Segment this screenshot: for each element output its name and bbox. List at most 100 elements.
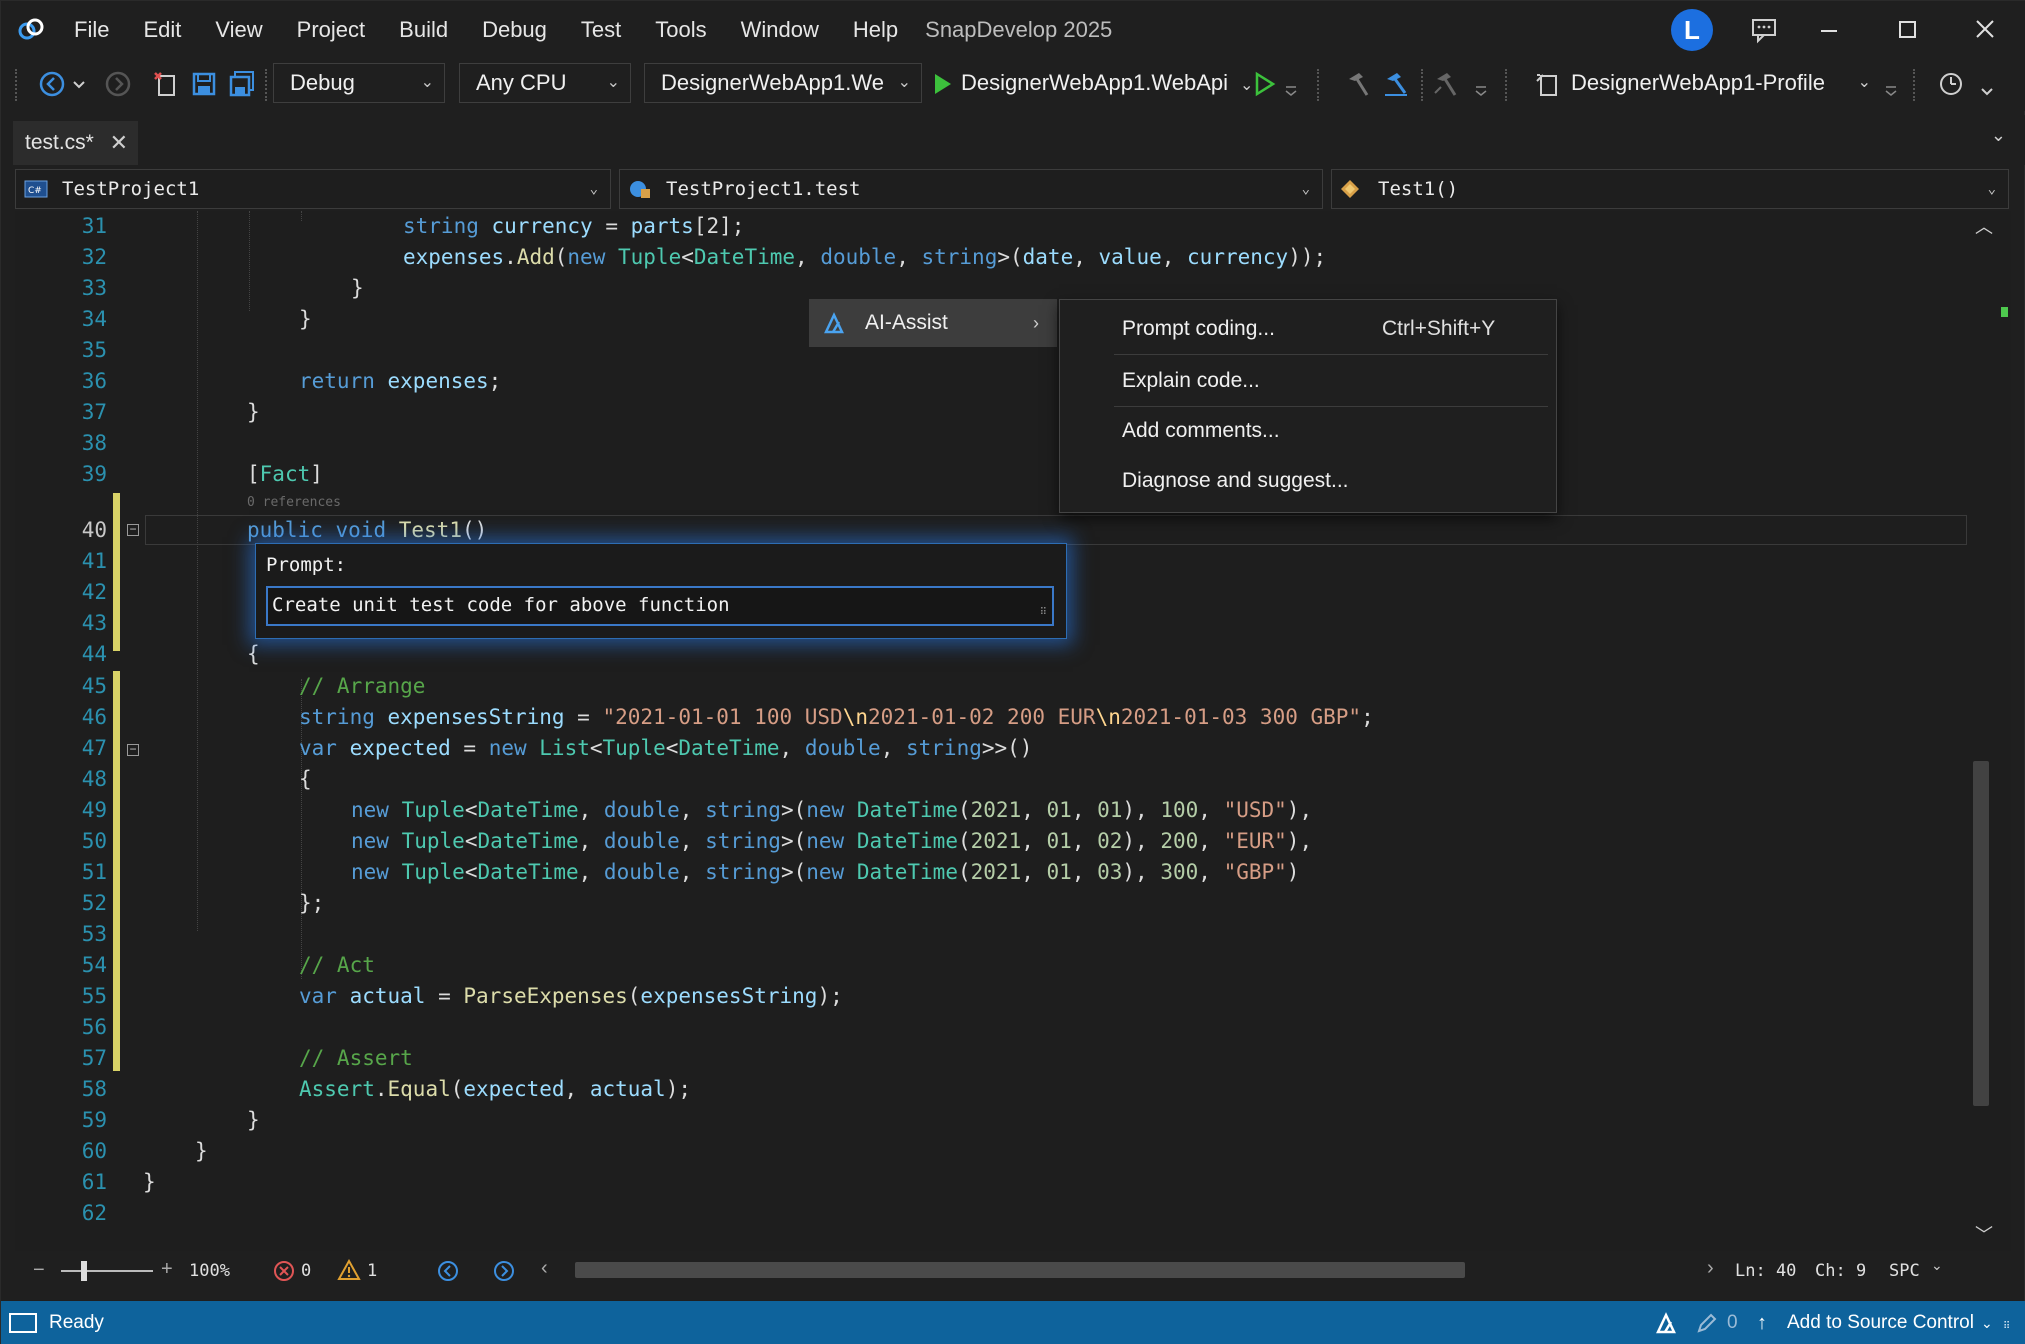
menu-edit[interactable]: Edit [126,1,198,59]
code-line[interactable]: { [247,639,260,670]
code-line[interactable]: Assert.Equal(expected, actual); [299,1074,691,1105]
code-line[interactable]: // Act [299,950,375,981]
member-select[interactable]: Test1() ⌄ [1331,169,2009,209]
ai-assist-menu-item[interactable]: AI-Assist › [809,299,1057,347]
menu-window[interactable]: Window [724,1,836,59]
performance-icon[interactable] [1935,67,1969,101]
code-line[interactable]: return expenses; [299,366,501,397]
code-line[interactable]: expenses.Add(new Tuple<DateTime, double,… [403,242,1326,273]
menu-view[interactable]: View [198,1,279,59]
previous-issue-icon[interactable] [437,1260,459,1282]
forward-icon[interactable] [101,67,135,101]
start-without-debugging-icon[interactable] [1247,67,1281,101]
platform-select[interactable]: Any CPU ⌄ [459,63,631,103]
code-line[interactable]: new Tuple<DateTime, double, string>(new … [351,795,1312,826]
line-indicator[interactable]: Ln: 40 [1735,1261,1796,1281]
menu-project[interactable]: Project [280,1,382,59]
code-editor[interactable]: − − 31 32 33 34 35 36 37 38 39 40 41 42 … [15,211,2011,1251]
codelens-references[interactable]: 0 references [247,495,341,510]
horizontal-scrollbar-thumb[interactable] [575,1262,1465,1278]
zoom-level[interactable]: 100% [189,1261,230,1281]
run-target-button[interactable]: DesignerWebApp1.WebApi ⌄ [961,63,1253,103]
code-line[interactable]: } [143,1167,156,1198]
collapse-region-icon[interactable]: − [127,743,139,756]
menu-item-diagnose-suggest[interactable]: Diagnose and suggest... [1060,456,1556,506]
code-line[interactable]: new Tuple<DateTime, double, string>(new … [351,826,1312,857]
profile-dropdown-icon[interactable] [1881,67,1901,101]
menu-item-explain-code[interactable]: Explain code... [1060,356,1556,406]
back-dropdown-icon[interactable] [69,67,89,101]
code-line[interactable]: // Arrange [299,671,425,702]
project-select[interactable]: C# TestProject1 ⌄ [15,169,611,209]
error-icon[interactable] [273,1260,295,1282]
code-line[interactable]: new Tuple<DateTime, double, string>(new … [351,857,1299,888]
toolbar-overflow-icon[interactable] [1977,67,1997,101]
configuration-select[interactable]: Debug ⌄ [273,63,445,103]
code-line[interactable]: string currency = parts[2]; [403,211,744,242]
close-tab-icon[interactable]: ✕ [110,123,128,163]
menu-item-add-comments[interactable]: Add comments... [1060,406,1556,456]
code-line[interactable]: var actual = ParseExpenses(expensesStrin… [299,981,843,1012]
scroll-right-icon[interactable]: › [1707,1257,1714,1280]
ai-assist-status-icon[interactable] [1655,1311,1681,1335]
next-issue-icon[interactable] [493,1260,515,1282]
error-count[interactable]: 0 [301,1261,311,1281]
close-icon[interactable] [1965,11,2005,49]
scroll-up-icon[interactable]: ︿ [1975,213,1993,239]
prompt-input[interactable]: Create unit test code for above function [266,586,1054,626]
clean-icon[interactable] [1429,67,1463,101]
add-to-source-control[interactable]: Add to Source Control [1787,1301,1974,1344]
scroll-down-icon[interactable]: ﹀ [1975,1221,1993,1247]
vertical-scrollbar-thumb[interactable] [1973,761,1989,1106]
zoom-out-icon[interactable]: − [33,1259,45,1282]
run-dropdown-icon[interactable] [1281,67,1301,101]
scroll-left-icon[interactable]: ‹ [541,1257,548,1280]
menu-tools[interactable]: Tools [638,1,723,59]
save-icon[interactable] [187,67,221,101]
code-line[interactable]: // Assert [299,1043,413,1074]
back-icon[interactable] [35,67,69,101]
code-line[interactable]: [Fact] [247,459,323,490]
whitespace-mode[interactable]: SPC [1889,1261,1920,1281]
code-line[interactable]: { [299,764,312,795]
build-dropdown-icon[interactable] [1471,67,1491,101]
column-indicator[interactable]: Ch: 9 [1815,1261,1866,1281]
zoom-slider-thumb[interactable] [81,1261,87,1281]
pending-changes-count[interactable]: 0 [1727,1301,1738,1344]
chevron-down-icon[interactable]: ⌄ [1931,1257,1943,1274]
type-select[interactable]: TestProject1.test ⌄ [619,169,1323,209]
tab-test-cs[interactable]: test.cs* ✕ [13,121,138,165]
minimize-icon[interactable] [1809,11,1849,49]
user-avatar[interactable]: L [1671,9,1713,51]
code-line[interactable]: string expensesString = "2021-01-01 100 … [299,702,1374,733]
maximize-icon[interactable] [1887,11,1927,49]
menu-help[interactable]: Help [836,1,915,59]
new-item-icon[interactable] [149,67,183,101]
build-icon[interactable] [1341,67,1375,101]
code-line[interactable]: public void Test1() [247,515,487,546]
collapse-region-icon[interactable]: − [127,523,139,536]
code-line[interactable]: } [299,304,312,335]
code-line[interactable]: var expected = new List<Tuple<DateTime, … [299,733,1032,764]
chevron-down-icon[interactable]: ⌄ [1981,1301,1993,1344]
menu-build[interactable]: Build [382,1,465,59]
warning-icon[interactable] [337,1259,361,1281]
save-all-icon[interactable] [225,67,259,101]
startup-project-select[interactable]: DesignerWebApp1.We ⌄ [644,63,922,103]
zoom-slider[interactable] [61,1270,153,1272]
menu-item-prompt-coding[interactable]: Prompt coding... Ctrl+Shift+Y [1060,304,1556,354]
resize-grip-icon[interactable]: ⠿ [2003,1305,2010,1344]
zoom-in-icon[interactable]: + [161,1258,173,1281]
warning-count[interactable]: 1 [367,1261,377,1281]
menu-file[interactable]: File [57,1,126,59]
code-line[interactable]: } [351,273,364,304]
profile-icon[interactable] [1531,67,1565,101]
code-line[interactable]: } [247,397,260,428]
menu-test[interactable]: Test [564,1,638,59]
code-line[interactable]: } [247,1105,260,1136]
feedback-icon[interactable] [1743,11,1783,49]
resize-grip-icon[interactable]: ⠿ [1040,607,1048,618]
pending-changes-icon[interactable] [1695,1311,1719,1335]
tab-list-dropdown-icon[interactable]: ⌄ [1991,125,2006,146]
menu-debug[interactable]: Debug [465,1,564,59]
